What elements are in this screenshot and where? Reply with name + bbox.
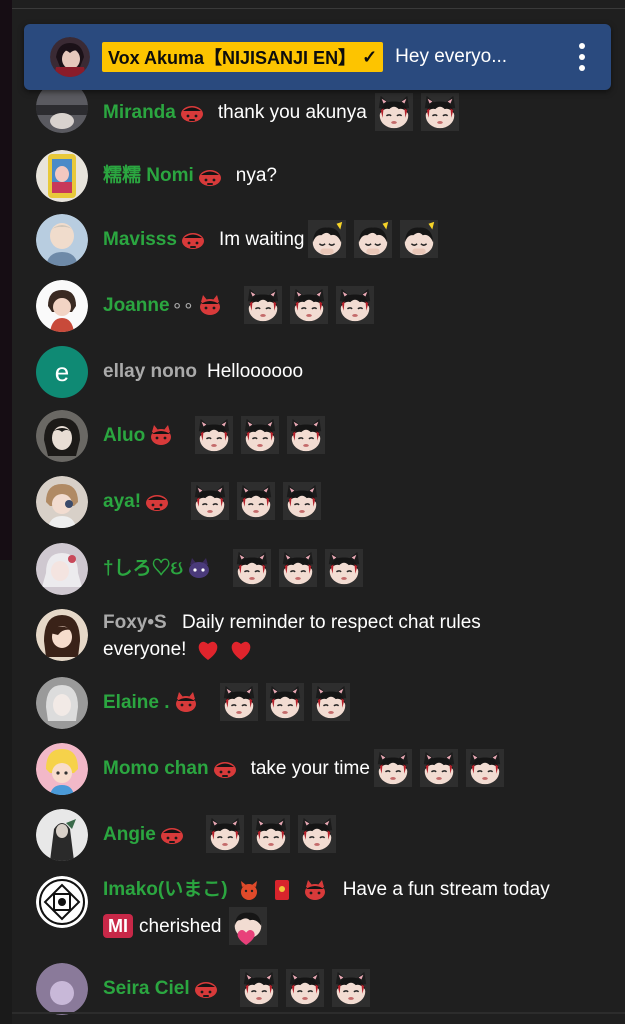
member-badge-icon xyxy=(180,101,204,123)
user-avatar[interactable] xyxy=(36,280,88,332)
message-text: Have a fun stream today xyxy=(342,879,550,900)
pinned-message-text: Hey everyo... xyxy=(395,46,508,67)
cat-emote-icon xyxy=(421,93,459,131)
mi-badge-icon: MI xyxy=(103,914,133,938)
user-avatar[interactable] xyxy=(36,214,88,266)
member-badge-icon xyxy=(145,490,169,512)
cat-emote-icon xyxy=(325,549,363,587)
cat-emote-icon xyxy=(195,416,233,454)
author-name[interactable]: Mavisss xyxy=(103,226,177,253)
author-name[interactable]: Foxy•S xyxy=(103,612,167,633)
author-name[interactable]: Aluo xyxy=(103,422,145,449)
red-heart-icon xyxy=(229,639,253,661)
sleep-emote-icon xyxy=(354,220,392,258)
cat-emote-icon xyxy=(332,969,370,1007)
owner-name-badge[interactable]: Vox Akuma【NIJISANJI EN】 ✓ xyxy=(102,42,384,72)
member-badge-icon xyxy=(160,823,184,845)
user-avatar[interactable] xyxy=(36,609,88,661)
member-badge-icon xyxy=(198,294,222,316)
message-text: Daily reminder to respect chat rules xyxy=(181,612,481,633)
owner-avatar xyxy=(50,37,90,77)
sleep-emote-icon xyxy=(308,220,346,258)
cat-emote-icon xyxy=(420,749,458,787)
member-badge-icon xyxy=(181,228,205,250)
user-avatar[interactable] xyxy=(36,150,88,202)
user-avatar[interactable] xyxy=(36,476,88,528)
author-name[interactable]: Miranda xyxy=(103,99,176,126)
message-text-continued: cherished xyxy=(139,915,222,937)
message-text: Helloooooo xyxy=(206,361,304,382)
devil-badge-icon xyxy=(240,880,257,900)
member-badge-icon xyxy=(303,879,327,901)
user-avatar[interactable] xyxy=(36,963,88,1015)
message-text: nya? xyxy=(235,165,277,186)
sleep-emote-icon xyxy=(400,220,438,258)
user-avatar[interactable] xyxy=(36,410,88,462)
cat-emote-icon xyxy=(466,749,504,787)
message-text: take your time xyxy=(250,757,370,779)
cat-emote-icon xyxy=(298,815,336,853)
top-divider xyxy=(12,8,625,9)
cat-emote-icon xyxy=(191,482,229,520)
author-name[interactable]: 糯糯 Nomi xyxy=(103,162,194,189)
author-name[interactable]: Angie xyxy=(103,821,156,848)
pinned-message-banner[interactable]: Vox Akuma【NIJISANJI EN】 ✓ Hey everyo... xyxy=(24,24,611,90)
author-name[interactable]: ellay nono xyxy=(103,358,197,385)
user-avatar[interactable] xyxy=(36,677,88,729)
member-badge-icon xyxy=(174,691,198,713)
bottom-divider xyxy=(12,1012,625,1014)
author-name[interactable]: Imako(いまこ) xyxy=(103,879,228,900)
message-text: Im waiting xyxy=(218,228,305,250)
cat-emote-icon xyxy=(233,549,271,587)
red-envelope-icon xyxy=(275,879,290,900)
bubble-badge-icon: ∘∘ xyxy=(171,294,195,315)
author-name[interactable]: Seira Ciel xyxy=(103,975,190,1002)
user-avatar[interactable]: e xyxy=(36,346,88,398)
author-name[interactable]: Joanne xyxy=(103,292,170,319)
message-text-continued: everyone! xyxy=(103,639,187,660)
cat-emote-icon xyxy=(244,286,282,324)
cat-emote-icon xyxy=(279,549,317,587)
side-strip-lower xyxy=(0,560,12,1024)
avatar-letter: e xyxy=(54,356,70,387)
author-name[interactable]: †しろ♡ઇ xyxy=(103,555,183,582)
cat-emote-icon xyxy=(290,286,328,324)
author-name[interactable]: Momo chan xyxy=(103,755,209,782)
verified-check-icon: ✓ xyxy=(362,46,378,67)
red-heart-icon xyxy=(196,639,220,661)
message-text: thank you akunya xyxy=(217,101,367,123)
cat-emote-icon xyxy=(312,683,350,721)
member-badge-icon xyxy=(188,558,209,578)
user-avatar[interactable] xyxy=(36,743,88,795)
cat-emote-icon xyxy=(220,683,258,721)
cat-emote-icon xyxy=(241,416,279,454)
author-name[interactable]: aya! xyxy=(103,488,141,515)
member-badge-icon xyxy=(194,977,218,999)
cat-emote-icon xyxy=(240,969,278,1007)
cat-emote-icon xyxy=(283,482,321,520)
member-badge-icon xyxy=(198,165,222,187)
user-avatar[interactable] xyxy=(36,876,88,928)
kebab-menu-icon[interactable] xyxy=(577,43,587,71)
cat-emote-icon xyxy=(287,416,325,454)
cat-emote-icon xyxy=(286,969,324,1007)
cat-emote-icon xyxy=(206,815,244,853)
author-name[interactable]: Elaine . xyxy=(103,689,170,716)
cat-emote-icon xyxy=(266,683,304,721)
cat-emote-icon xyxy=(336,286,374,324)
owner-name: Vox Akuma【NIJISANJI EN】 xyxy=(108,48,357,68)
cat-emote-icon xyxy=(237,482,275,520)
user-avatar[interactable] xyxy=(36,543,88,595)
side-strip xyxy=(0,0,12,560)
cat-emote-icon xyxy=(252,815,290,853)
cat-emote-icon xyxy=(375,93,413,131)
heart-emote-icon xyxy=(229,907,267,945)
member-badge-icon xyxy=(213,757,237,779)
member-badge-icon xyxy=(149,424,173,446)
user-avatar[interactable] xyxy=(36,809,88,861)
cat-emote-icon xyxy=(374,749,412,787)
